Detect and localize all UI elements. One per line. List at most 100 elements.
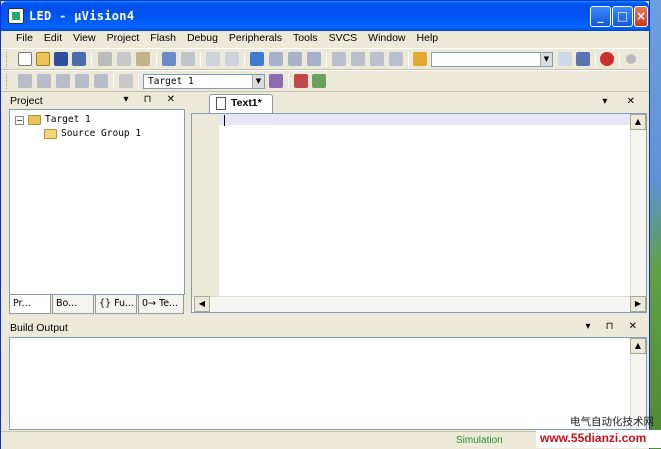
paste-icon[interactable] [136, 52, 150, 66]
breakpoint-icon[interactable] [626, 54, 636, 64]
menu-debug[interactable]: Debug [182, 31, 224, 48]
indent-icon[interactable] [332, 52, 346, 66]
target-icon [28, 115, 41, 125]
find-in-files-icon[interactable] [413, 52, 427, 66]
open-folder-icon[interactable] [36, 52, 50, 66]
target-options-icon[interactable] [269, 74, 283, 88]
redo-icon[interactable] [181, 52, 195, 66]
clear-bookmarks-icon[interactable] [307, 52, 321, 66]
menu-edit[interactable]: Edit [39, 31, 68, 48]
build-output-header: Build Output ▾ ⊓ ✕ [1, 320, 649, 336]
file-toolbar: ▼ [1, 48, 649, 70]
scroll-right-icon[interactable]: ▶ [630, 296, 646, 312]
document-icon [216, 97, 226, 110]
toolbar-separator [326, 52, 327, 67]
menu-help[interactable]: Help [412, 31, 445, 48]
rebuild-icon[interactable] [56, 74, 70, 88]
editor-tab-bar: Text1* ▾ ✕ [189, 93, 649, 113]
translate-icon[interactable] [18, 74, 32, 88]
site-watermark: 电气自动化技术网 www.55dianzi.com [536, 414, 661, 449]
menu-window[interactable]: Window [363, 31, 411, 48]
build-icon[interactable] [37, 74, 51, 88]
watermark-url: www.55dianzi.com [536, 430, 661, 448]
batch-build-icon[interactable] [75, 74, 89, 88]
toolbar-grip[interactable] [6, 52, 9, 67]
editor-tab-text1[interactable]: Text1* [209, 94, 273, 113]
bookmark-icon[interactable] [250, 52, 264, 66]
maximize-button[interactable]: □ [612, 6, 633, 27]
chevron-down-icon[interactable]: ▼ [252, 75, 264, 88]
copy-icon[interactable] [117, 52, 131, 66]
toolbar-separator [200, 52, 201, 67]
tab-project[interactable]: Pr... [9, 295, 51, 314]
tab-functions[interactable]: {} Fu... [95, 295, 137, 314]
close-button[interactable]: × [634, 6, 648, 27]
toolbar-separator [113, 74, 114, 89]
menu-flash[interactable]: Flash [145, 31, 182, 48]
next-bookmark-icon[interactable] [288, 52, 302, 66]
comment-icon[interactable] [370, 52, 384, 66]
target-select[interactable]: Target 1 ▼ [143, 74, 265, 89]
build-toolbar: Target 1 ▼ [1, 70, 649, 92]
undo-icon[interactable] [162, 52, 176, 66]
tree-item-source-group[interactable]: Source Group 1 [61, 128, 141, 139]
toolbar-separator [91, 52, 92, 67]
cut-icon[interactable] [98, 52, 112, 66]
project-panel-tabs: Pr... Bo... {} Fu... 0→ Te... [9, 295, 185, 315]
file-extensions-icon[interactable] [312, 74, 326, 88]
project-tree: − Target 1 Source Group 1 [9, 109, 185, 295]
tree-item-target[interactable]: Target 1 [45, 114, 91, 125]
toolbar-separator [288, 74, 289, 89]
tab-books[interactable]: Bo... [52, 295, 94, 314]
current-line-highlight [219, 114, 631, 125]
save-all-icon[interactable] [72, 52, 86, 66]
chevron-down-icon[interactable]: ▼ [540, 53, 552, 66]
scroll-up-icon[interactable]: ▲ [630, 114, 646, 130]
scroll-up-icon[interactable]: ▲ [630, 338, 646, 354]
window-title: LED - µVision4 [29, 9, 135, 23]
vertical-scrollbar[interactable]: ▲ [630, 114, 646, 297]
menu-peripherals[interactable]: Peripherals [224, 31, 288, 48]
panel-controls[interactable]: ▾ ⊓ ✕ [585, 321, 643, 332]
status-simulation: Simulation [456, 435, 503, 446]
menu-file[interactable]: File [11, 31, 39, 48]
toolbar-separator [595, 52, 596, 67]
menu-view[interactable]: View [68, 31, 102, 48]
navigate-forward-icon[interactable] [225, 52, 239, 66]
save-icon[interactable] [54, 52, 68, 66]
minimize-button[interactable]: _ [590, 6, 611, 27]
menu-svcs[interactable]: SVCS [324, 31, 364, 48]
editor-tab-label: Text1* [231, 97, 262, 109]
editor-controls[interactable]: ▾ ✕ [602, 96, 643, 107]
panel-controls[interactable]: ▾ ⊓ ✕ [123, 94, 181, 105]
menu-project[interactable]: Project [102, 31, 146, 48]
title-bar[interactable]: LED - µVision4 _ □ × [1, 1, 649, 31]
navigate-back-icon[interactable] [206, 52, 220, 66]
manage-components-icon[interactable] [294, 74, 308, 88]
new-file-icon[interactable] [18, 52, 32, 66]
menu-bar: File Edit View Project Flash Debug Perip… [1, 31, 649, 48]
code-editor[interactable]: ▲ ◀ ▶ [191, 113, 647, 313]
build-output-title: Build Output [10, 322, 68, 334]
horizontal-scrollbar[interactable]: ◀ ▶ [192, 296, 646, 312]
tree-expander[interactable]: − [15, 116, 24, 125]
unindent-icon[interactable] [351, 52, 365, 66]
stop-build-icon[interactable] [94, 74, 108, 88]
scroll-left-icon[interactable]: ◀ [194, 296, 210, 312]
line-number-gutter [192, 114, 219, 297]
toolbar-separator [408, 52, 409, 67]
target-select-value: Target 1 [148, 76, 194, 87]
find-combo[interactable]: ▼ [431, 52, 553, 67]
debug-session-icon[interactable] [600, 52, 614, 66]
find-icon[interactable] [558, 52, 572, 66]
folder-icon [44, 129, 57, 139]
uvision-window: LED - µVision4 _ □ × File Edit View Proj… [0, 0, 650, 449]
menu-tools[interactable]: Tools [288, 31, 324, 48]
download-icon[interactable] [119, 74, 133, 88]
prev-bookmark-icon[interactable] [269, 52, 283, 66]
incremental-find-icon[interactable] [576, 52, 590, 66]
toolbar-grip[interactable] [6, 74, 9, 89]
tab-templates[interactable]: 0→ Te... [138, 295, 184, 314]
uncomment-icon[interactable] [389, 52, 403, 66]
project-panel-header: Project ▾ ⊓ ✕ [1, 93, 187, 109]
